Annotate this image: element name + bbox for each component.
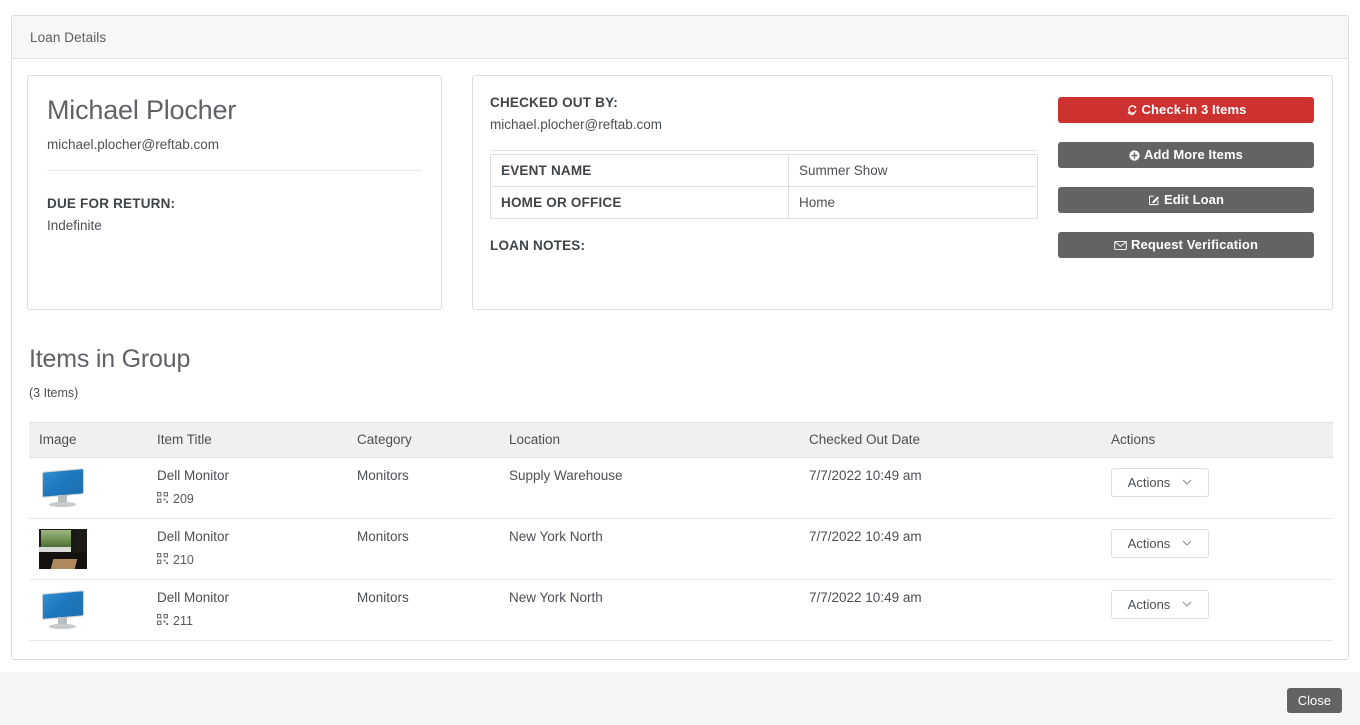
loan-actions-panel: Check-in 3 Items Add More Items	[1058, 95, 1314, 291]
page-title: Loan Details	[30, 30, 106, 45]
cell-category: Monitors	[347, 458, 499, 519]
plus-circle-icon	[1129, 150, 1140, 163]
summary-row: Michael Plocher michael.plocher@reftab.c…	[27, 75, 1333, 310]
due-for-return-label: DUE FOR RETURN:	[47, 196, 422, 211]
item-title-link[interactable]: Dell Monitor	[157, 468, 337, 483]
item-thumbnail-image[interactable]	[39, 590, 87, 630]
edit-loan-button[interactable]: Edit Loan	[1058, 187, 1314, 213]
item-asset-tag: 209	[157, 492, 337, 506]
close-button[interactable]: Close	[1287, 688, 1342, 713]
checked-out-by-value: michael.plocher@reftab.com	[490, 117, 1038, 132]
add-more-items-label: Add More Items	[1144, 147, 1243, 162]
field-value: Summer Show	[789, 155, 1038, 187]
item-title-link[interactable]: Dell Monitor	[157, 529, 337, 544]
column-header-image: Image	[29, 423, 147, 458]
field-value: Home	[789, 187, 1038, 219]
cell-location: Supply Warehouse	[499, 458, 799, 519]
loan-info-left: CHECKED OUT BY: michael.plocher@reftab.c…	[490, 95, 1038, 291]
check-in-items-button[interactable]: Check-in 3 Items	[1058, 97, 1314, 123]
cell-actions: Actions	[1101, 519, 1333, 580]
qrcode-icon	[157, 492, 168, 506]
borrower-email: michael.plocher@reftab.com	[47, 137, 422, 152]
table-row: Dell Monitor	[29, 580, 1333, 641]
cell-image	[29, 458, 147, 519]
cell-category: Monitors	[347, 519, 499, 580]
modal-footer: Close	[0, 672, 1360, 725]
due-for-return-block: DUE FOR RETURN: Indefinite	[47, 196, 422, 233]
cell-item-title: Dell Monitor	[147, 519, 347, 580]
item-thumbnail-image[interactable]	[39, 529, 87, 569]
table-row: Dell Monitor	[29, 519, 1333, 580]
due-for-return-value: Indefinite	[47, 218, 422, 233]
chevron-down-icon	[1182, 478, 1192, 488]
checked-out-by-label: CHECKED OUT BY:	[490, 95, 1038, 110]
cell-location: New York North	[499, 519, 799, 580]
items-table-header: Image Item Title Category Location Check…	[29, 423, 1333, 458]
request-verification-button[interactable]: Request Verification	[1058, 232, 1314, 258]
borrower-name: Michael Plocher	[47, 95, 422, 126]
row-actions-label: Actions	[1128, 536, 1171, 551]
table-row: Dell Monitor	[29, 458, 1333, 519]
chevron-down-icon	[1182, 600, 1192, 610]
items-count: (3 Items)	[29, 386, 1331, 400]
cell-checked-out-date: 7/7/2022 10:49 am	[799, 580, 1101, 641]
modal-body: Michael Plocher michael.plocher@reftab.c…	[12, 59, 1348, 659]
cell-checked-out-date: 7/7/2022 10:49 am	[799, 519, 1101, 580]
refresh-icon	[1126, 104, 1138, 118]
field-key: EVENT NAME	[491, 155, 789, 187]
edit-pencil-icon	[1148, 194, 1160, 208]
cell-checked-out-date: 7/7/2022 10:49 am	[799, 458, 1101, 519]
edit-loan-label: Edit Loan	[1164, 192, 1224, 207]
row-actions-dropdown[interactable]: Actions	[1111, 529, 1209, 558]
cell-actions: Actions	[1101, 458, 1333, 519]
loan-details-modal: Loan Details Michael Plocher michael.plo…	[11, 15, 1349, 660]
row-actions-label: Actions	[1128, 475, 1171, 490]
items-table-body: Dell Monitor	[29, 458, 1333, 641]
envelope-icon	[1114, 240, 1127, 253]
qrcode-icon	[157, 553, 168, 567]
divider	[490, 150, 1038, 151]
add-more-items-button[interactable]: Add More Items	[1058, 142, 1314, 168]
loan-info-card: CHECKED OUT BY: michael.plocher@reftab.c…	[472, 75, 1333, 310]
items-in-group-section: Items in Group (3 Items) Image Item Titl…	[27, 345, 1333, 641]
cell-actions: Actions	[1101, 580, 1333, 641]
table-header-row: Image Item Title Category Location Check…	[29, 423, 1333, 458]
custom-fields-table: EVENT NAME Summer Show HOME OR OFFICE Ho…	[490, 154, 1038, 219]
items-table: Image Item Title Category Location Check…	[29, 422, 1333, 641]
cell-image	[29, 519, 147, 580]
item-asset-tag-value: 210	[173, 553, 194, 567]
item-asset-tag-value: 211	[173, 614, 193, 628]
loan-notes-label: LOAN NOTES:	[490, 238, 1038, 253]
field-key: HOME OR OFFICE	[491, 187, 789, 219]
cell-location: New York North	[499, 580, 799, 641]
cell-image	[29, 580, 147, 641]
column-header-item-title: Item Title	[147, 423, 347, 458]
cell-item-title: Dell Monitor	[147, 580, 347, 641]
modal-header: Loan Details	[12, 16, 1348, 59]
divider	[47, 170, 422, 171]
row-actions-label: Actions	[1128, 597, 1171, 612]
item-asset-tag: 211	[157, 614, 337, 628]
table-row: HOME OR OFFICE Home	[491, 187, 1038, 219]
column-header-checked-out-date: Checked Out Date	[799, 423, 1101, 458]
request-verification-label: Request Verification	[1131, 237, 1258, 252]
item-asset-tag-value: 209	[173, 492, 194, 506]
cell-category: Monitors	[347, 580, 499, 641]
qrcode-icon	[157, 614, 168, 628]
column-header-location: Location	[499, 423, 799, 458]
column-header-category: Category	[347, 423, 499, 458]
items-in-group-title: Items in Group	[29, 345, 1331, 374]
table-row: EVENT NAME Summer Show	[491, 155, 1038, 187]
check-in-items-label: Check-in 3 Items	[1142, 102, 1247, 117]
cell-item-title: Dell Monitor	[147, 458, 347, 519]
column-header-actions: Actions	[1101, 423, 1333, 458]
item-thumbnail-image[interactable]	[39, 468, 87, 508]
row-actions-dropdown[interactable]: Actions	[1111, 590, 1209, 619]
borrower-card: Michael Plocher michael.plocher@reftab.c…	[27, 75, 442, 310]
item-asset-tag: 210	[157, 553, 337, 567]
chevron-down-icon	[1182, 539, 1192, 549]
loan-notes-block: LOAN NOTES:	[490, 238, 1038, 253]
item-title-link[interactable]: Dell Monitor	[157, 590, 337, 605]
row-actions-dropdown[interactable]: Actions	[1111, 468, 1209, 497]
